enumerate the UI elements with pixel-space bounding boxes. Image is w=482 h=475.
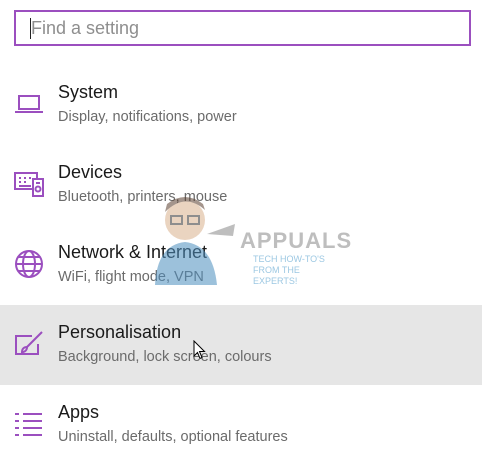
setting-description: Uninstall, defaults, optional features: [58, 429, 288, 445]
setting-description: WiFi, flight mode, VPN: [58, 269, 204, 285]
mouse-cursor-icon: [193, 340, 206, 360]
setting-title: Personalisation: [58, 322, 182, 342]
setting-description: Background, lock screen, colours: [58, 349, 272, 365]
setting-title: Apps: [58, 402, 100, 422]
list-icon: [12, 407, 46, 441]
setting-item-network[interactable]: Network & Internet WiFi, flight mode, VP…: [0, 225, 482, 305]
devices-icon: [12, 167, 46, 201]
setting-item-personalisation[interactable]: Personalisation Background, lock screen,…: [0, 305, 482, 385]
paintbrush-icon: [12, 327, 46, 361]
setting-title: Devices: [58, 162, 123, 182]
settings-list: System Display, notifications, power Dev…: [0, 65, 482, 465]
globe-icon: [12, 247, 46, 281]
search-input[interactable]: [16, 12, 469, 44]
setting-title: Network & Internet: [58, 242, 208, 262]
setting-item-system[interactable]: System Display, notifications, power: [0, 65, 482, 145]
setting-item-apps[interactable]: Apps Uninstall, defaults, optional featu…: [0, 385, 482, 465]
laptop-icon: [12, 87, 46, 121]
setting-description: Display, notifications, power: [58, 109, 237, 125]
setting-title: System: [58, 82, 119, 102]
setting-item-devices[interactable]: Devices Bluetooth, printers, mouse: [0, 145, 482, 225]
setting-description: Bluetooth, printers, mouse: [58, 189, 228, 205]
text-caret: [30, 18, 31, 39]
search-box[interactable]: [14, 10, 471, 46]
